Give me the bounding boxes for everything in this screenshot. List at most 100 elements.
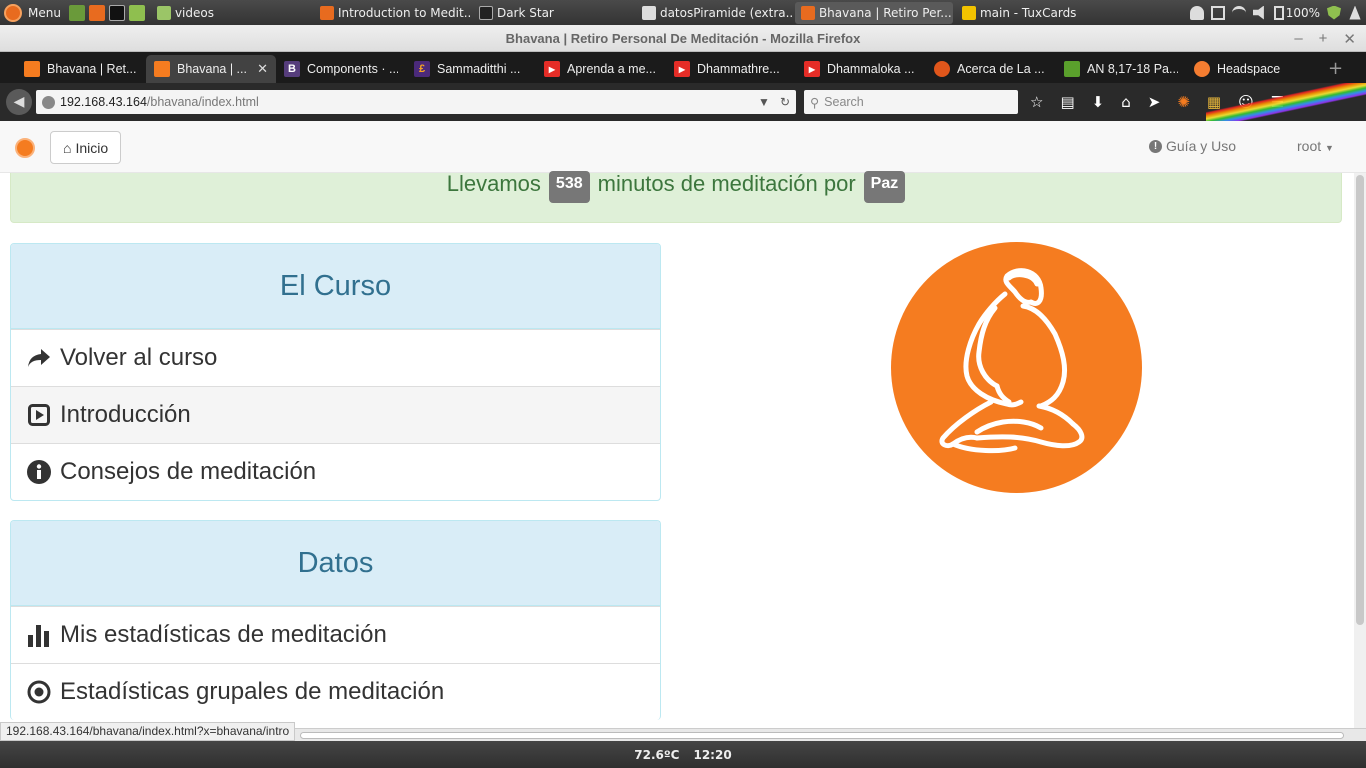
folder-icon[interactable] bbox=[128, 4, 145, 21]
meditator-logo-image bbox=[891, 242, 1142, 493]
page-viewport: ⌂ Inicio ! Guía y Uso root ▼ Llevamos 53… bbox=[0, 121, 1366, 728]
os-menu-label: Menu bbox=[28, 5, 61, 20]
browser-tab[interactable]: £ Sammaditthi ... bbox=[406, 55, 536, 83]
firefox-icon[interactable] bbox=[88, 4, 105, 21]
browser-tab[interactable]: AN 8,17-18 Pa... bbox=[1056, 55, 1186, 83]
os-bottom-panel: 72.6ºC 12:20 bbox=[0, 741, 1366, 768]
alert-prefix: Llevamos bbox=[446, 171, 541, 196]
tab-label: Aprenda a me... bbox=[567, 62, 656, 76]
tab-label: Dhammathre... bbox=[697, 62, 780, 76]
wifi-icon[interactable] bbox=[1231, 5, 1246, 20]
back-arrow-icon: ◀ bbox=[13, 94, 25, 110]
taskbar-item[interactable]: datosPiramide (extra... bbox=[636, 2, 792, 24]
history-dropdown-icon[interactable]: ▼ bbox=[758, 95, 770, 109]
list-item-label: Volver al curso bbox=[60, 344, 218, 371]
theme-prism-decoration bbox=[1206, 83, 1366, 121]
browser-tab[interactable]: Headspace bbox=[1186, 55, 1316, 83]
list-item-label: Mis estadísticas de meditación bbox=[60, 621, 387, 648]
taskbar-item[interactable]: Dark Star bbox=[473, 2, 633, 24]
share-arrow-icon bbox=[26, 348, 52, 368]
circle-favicon-icon bbox=[934, 61, 950, 77]
tab-label: Acerca de La ... bbox=[957, 62, 1045, 76]
scroll-thumb[interactable] bbox=[1356, 175, 1364, 625]
minimize-icon[interactable]: – bbox=[1294, 30, 1302, 47]
browser-tab-active[interactable]: Bhavana | ... ✕ bbox=[146, 55, 276, 83]
bhavana-logo-icon[interactable] bbox=[15, 138, 35, 158]
globe-icon bbox=[42, 95, 55, 109]
addon-icon[interactable]: ✺ bbox=[1177, 93, 1190, 111]
terminal-icon bbox=[478, 5, 493, 20]
bookmark-star-icon[interactable]: ☆ bbox=[1030, 93, 1043, 111]
user-icon[interactable] bbox=[1189, 5, 1204, 20]
window-title: Bhavana | Retiro Personal De Meditación … bbox=[505, 30, 861, 46]
vertical-scrollbar[interactable] bbox=[1354, 173, 1366, 728]
browser-tab[interactable]: Bhavana | Ret... bbox=[16, 55, 146, 83]
monitor-icon[interactable] bbox=[68, 4, 85, 21]
terminal-icon[interactable] bbox=[108, 4, 125, 21]
taskbar-item-active[interactable]: Bhavana | Retiro Per... bbox=[794, 1, 953, 24]
search-placeholder: Search bbox=[824, 95, 864, 109]
browser-tab[interactable]: ▶ Dhammaloka ... bbox=[796, 55, 926, 83]
list-item-introduccion[interactable]: Introducción bbox=[11, 386, 660, 443]
close-tab-icon[interactable]: ✕ bbox=[257, 61, 268, 77]
reload-icon[interactable]: ↻ bbox=[780, 95, 790, 109]
network-icon[interactable] bbox=[1210, 5, 1225, 20]
bar-chart-icon bbox=[26, 623, 52, 647]
course-panel-title: El Curso bbox=[11, 244, 660, 329]
browser-tab[interactable]: Acerca de La ... bbox=[926, 55, 1056, 83]
back-button[interactable]: ◀ bbox=[6, 89, 32, 115]
taskbar-item[interactable]: videos bbox=[151, 2, 311, 24]
volume-icon[interactable] bbox=[1252, 5, 1264, 20]
list-item-consejos[interactable]: Consejos de meditación bbox=[11, 443, 660, 500]
os-menu-button[interactable]: Menu bbox=[0, 0, 69, 25]
hscroll-thumb[interactable] bbox=[300, 732, 1344, 739]
taskbar-item[interactable]: main - TuxCards bbox=[956, 2, 1106, 24]
url-host: 192.168.43.164 bbox=[60, 95, 147, 109]
reading-list-icon[interactable]: ▤ bbox=[1060, 93, 1074, 111]
browser-tab[interactable]: ▶ Aprenda a me... bbox=[536, 55, 666, 83]
home-button[interactable]: ⌂ Inicio bbox=[50, 131, 122, 164]
maximize-icon[interactable]: + bbox=[1319, 30, 1328, 47]
tux-icon bbox=[961, 5, 976, 20]
url-bar[interactable]: 192.168.43.164 /bhavana/index.html ▼ ↻ bbox=[36, 90, 796, 114]
url-path: /bhavana/index.html bbox=[146, 95, 259, 109]
power-icon[interactable] bbox=[1349, 5, 1361, 20]
list-item-mis-estadisticas[interactable]: Mis estadísticas de meditación bbox=[11, 606, 660, 663]
tab-label: Headspace bbox=[1217, 62, 1281, 76]
home-icon[interactable]: ⌂ bbox=[1121, 93, 1131, 111]
search-bar[interactable]: ⚲ Search bbox=[804, 90, 1018, 114]
minutes-badge: 538 bbox=[548, 171, 590, 203]
play-icon bbox=[26, 404, 52, 426]
caret-down-icon: ▼ bbox=[1325, 143, 1334, 153]
site-navbar: ⌂ Inicio ! Guía y Uso root ▼ bbox=[0, 121, 1366, 173]
battery-label: 100% bbox=[1285, 5, 1320, 20]
tab-label: Bhavana | ... bbox=[177, 62, 247, 76]
window-controls: – + ✕ bbox=[1294, 25, 1356, 52]
list-item-volver[interactable]: Volver al curso bbox=[11, 329, 660, 386]
user-dropdown[interactable]: root ▼ bbox=[1297, 138, 1334, 154]
guide-link[interactable]: ! Guía y Uso bbox=[1149, 138, 1236, 154]
home-button-label: Inicio bbox=[75, 139, 109, 156]
new-tab-icon[interactable]: + bbox=[1316, 58, 1355, 83]
battery-status[interactable]: 100% bbox=[1273, 5, 1320, 20]
download-icon[interactable]: ⬇ bbox=[1092, 93, 1105, 111]
taskbar-label: Dark Star bbox=[496, 5, 554, 20]
clock[interactable]: 12:20 bbox=[693, 748, 731, 762]
list-item-estadisticas-grupales[interactable]: Estadísticas grupales de meditación bbox=[11, 663, 660, 720]
search-icon: ⚲ bbox=[810, 95, 820, 110]
send-icon[interactable]: ➤ bbox=[1148, 93, 1161, 111]
battery-icon bbox=[1273, 5, 1284, 20]
browser-tab[interactable]: B Components · ... bbox=[276, 55, 406, 83]
browser-tab[interactable]: ▶ Dhammathre... bbox=[666, 55, 796, 83]
taskbar-item[interactable]: Introduction to Medit... bbox=[314, 2, 470, 24]
youtube-favicon-icon: ▶ bbox=[804, 61, 820, 77]
list-item-label: Estadísticas grupales de meditación bbox=[60, 678, 445, 705]
youtube-favicon-icon: ▶ bbox=[544, 61, 560, 77]
browser-tab-bar: Bhavana | Ret... Bhavana | ... ✕ B Compo… bbox=[0, 52, 1366, 83]
close-icon[interactable]: ✕ bbox=[1343, 30, 1356, 48]
shield-icon[interactable] bbox=[1327, 5, 1341, 20]
cpu-temperature: 72.6ºC bbox=[634, 747, 680, 762]
sammaditthi-favicon-icon: £ bbox=[414, 61, 430, 77]
folder-icon bbox=[156, 5, 171, 20]
system-tray: 100% bbox=[1189, 0, 1362, 25]
